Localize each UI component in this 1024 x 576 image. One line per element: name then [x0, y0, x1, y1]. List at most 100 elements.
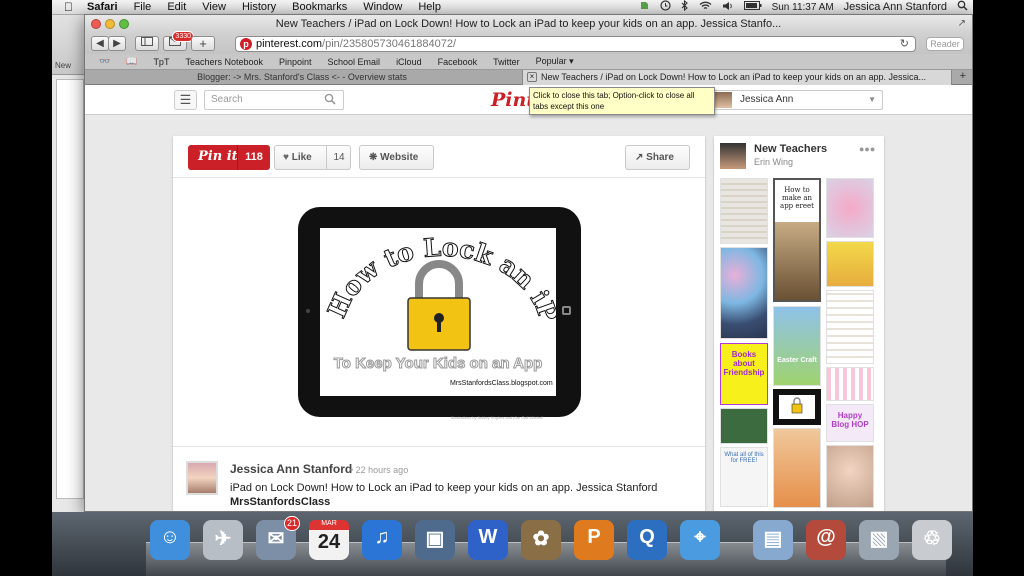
board-thumb[interactable]: Easter Craft [773, 306, 821, 386]
quicktime-icon[interactable]: Q [627, 520, 667, 560]
reading-list-icon[interactable]: 👓 [91, 56, 118, 67]
board-thumb[interactable] [773, 389, 821, 425]
bookmark-icloud[interactable]: iCloud [388, 57, 430, 67]
preview-icon[interactable]: ▧ [859, 520, 899, 560]
tab-pinterest-title: New Teachers / iPad on Lock Down! How to… [541, 72, 927, 82]
bookmark-tpt[interactable]: TpT [145, 57, 177, 67]
add-tab-icon[interactable]: + [960, 70, 966, 82]
bluetooth-icon[interactable] [676, 0, 694, 14]
board-title[interactable]: New Teachers [754, 143, 827, 155]
bookmarks-icon[interactable]: 📖 [118, 56, 145, 67]
board-thumb[interactable]: Books about Friendship [720, 343, 768, 405]
bookmark-twitter[interactable]: Twitter [485, 57, 528, 67]
board-thumb[interactable] [826, 178, 874, 238]
board-thumb[interactable] [826, 241, 874, 287]
reader-button[interactable]: Reader [926, 37, 964, 51]
menu-file[interactable]: File [126, 0, 160, 15]
bookmark-popular-label: Popular [535, 56, 567, 66]
board-thumb[interactable] [720, 247, 768, 339]
reload-icon[interactable]: ↻ [900, 37, 909, 51]
bookmark-pinpoint[interactable]: Pinpoint [271, 57, 320, 67]
like-button[interactable]: ♥ Like 14 [274, 145, 351, 170]
menu-bookmarks[interactable]: Bookmarks [284, 0, 355, 15]
like-label-wrap: ♥ Like [283, 146, 312, 169]
menubar-user[interactable]: Jessica Ann Stanford [839, 1, 952, 13]
board-thumb[interactable] [720, 408, 768, 444]
website-button[interactable]: ❋ Website [359, 145, 434, 170]
menu-view[interactable]: View [194, 0, 234, 15]
tab-blogger[interactable]: Blogger: -> Mrs. Stanford's Class <- - O… [85, 70, 519, 85]
apple-menu-icon[interactable]:  [52, 0, 79, 15]
web-page: ☰ Search Pinte Click to close this tab; … [85, 85, 972, 511]
board-thumb[interactable] [826, 290, 874, 364]
back-button[interactable]: ◀ [91, 36, 109, 51]
time-machine-icon[interactable] [655, 0, 676, 14]
forward-button[interactable]: ▶ [108, 36, 126, 51]
bookmark-teachers-notebook[interactable]: Teachers Notebook [177, 57, 271, 67]
volume-icon[interactable] [717, 1, 739, 14]
hamburger-menu-icon[interactable]: ☰ [174, 90, 197, 110]
background-window[interactable]: New [52, 15, 88, 512]
menu-app-safari[interactable]: Safari [79, 0, 126, 15]
tab-pinterest[interactable]: × New Teachers / iPad on Lock Down! How … [522, 70, 952, 85]
address-book-icon-glyph: @ [816, 526, 836, 548]
board-thumb[interactable] [773, 428, 821, 508]
pin-description-link[interactable]: MrsStanfordsClass [230, 496, 330, 508]
powerpoint-icon[interactable]: P [574, 520, 614, 560]
board-thumb[interactable]: What all of this for FREE! [720, 447, 768, 507]
address-book-icon[interactable]: @ [806, 520, 846, 560]
quicktime-icon-glyph: Q [639, 526, 655, 548]
board-owner[interactable]: Erin Wing [754, 157, 793, 167]
pin-it-button[interactable]: Pin it 118 [188, 145, 270, 170]
evernote-status-icon[interactable] [634, 0, 655, 14]
group-board-icon: ●●● [859, 144, 876, 154]
bookmark-school-email[interactable]: School Email [320, 57, 389, 67]
menu-edit[interactable]: Edit [159, 0, 194, 15]
calendar-icon[interactable]: MAR 24 [309, 520, 349, 560]
search-icon[interactable] [324, 93, 336, 105]
bookmark-popular[interactable]: Popular ▾ [528, 56, 582, 67]
iphoto-icon-glyph: ▣ [425, 528, 445, 550]
board-thumb[interactable]: Happy Blog HOP [826, 404, 874, 442]
board-thumb[interactable] [720, 178, 768, 244]
sidebar-button[interactable] [135, 36, 159, 51]
bookmark-facebook[interactable]: Facebook [430, 57, 486, 67]
mac-desktop:  Safari File Edit View History Bookmark… [52, 0, 973, 576]
finder-icon[interactable]: ☺ [150, 520, 190, 560]
board-avatar[interactable] [720, 143, 746, 169]
window-title: New Teachers / iPad on Lock Down! How to… [275, 18, 782, 30]
menu-history[interactable]: History [234, 0, 284, 15]
word-icon[interactable]: W [468, 520, 508, 560]
menubar-clock[interactable]: Sun 11:37 AM [767, 2, 839, 13]
new-tab-button[interactable]: + [191, 36, 215, 51]
user-menu[interactable]: Jessica Ann ▼ [713, 90, 883, 110]
safari-icon-glyph: ⌖ [694, 526, 706, 548]
battery-icon[interactable] [739, 1, 767, 13]
mail-button[interactable]: 3330 [163, 31, 194, 51]
wifi-icon[interactable] [694, 1, 717, 14]
share-button[interactable]: ↗ Share [625, 145, 690, 170]
address-bar[interactable]: p pinterest.com/pin/235805730461884072/ … [235, 36, 916, 52]
fullscreen-icon[interactable]: ↗ [958, 18, 966, 29]
safari-icon[interactable]: ⌖ [680, 520, 720, 560]
itunes-icon[interactable]: ♫ [362, 520, 402, 560]
pinner-avatar[interactable] [186, 461, 218, 495]
launchpad-icon[interactable]: ✈ [203, 520, 243, 560]
applications-folder-icon[interactable]: ▤ [753, 520, 793, 560]
menu-window[interactable]: Window [355, 0, 410, 15]
pin-image[interactable]: How to Lock an iPad To Keep Your Kids on… [298, 207, 581, 417]
board-thumb[interactable] [826, 367, 874, 401]
menu-help[interactable]: Help [410, 0, 449, 15]
tablet-home-button [562, 306, 571, 315]
spotlight-icon[interactable] [952, 0, 973, 14]
trash-icon[interactable]: ♲ [912, 520, 952, 560]
gimp-icon[interactable]: ✿ [521, 520, 561, 560]
board-thumb[interactable] [826, 445, 874, 508]
iphoto-icon[interactable]: ▣ [415, 520, 455, 560]
mail-stamp-icon[interactable]: ✉ 21 [256, 516, 300, 560]
board-thumb[interactable]: How to make an app ereet [773, 178, 821, 302]
tablet-camera [306, 309, 310, 313]
search-input[interactable]: Search [204, 90, 344, 110]
pinner-name[interactable]: Jessica Ann Stanford [230, 462, 352, 476]
close-tab-icon[interactable]: × [527, 72, 537, 82]
